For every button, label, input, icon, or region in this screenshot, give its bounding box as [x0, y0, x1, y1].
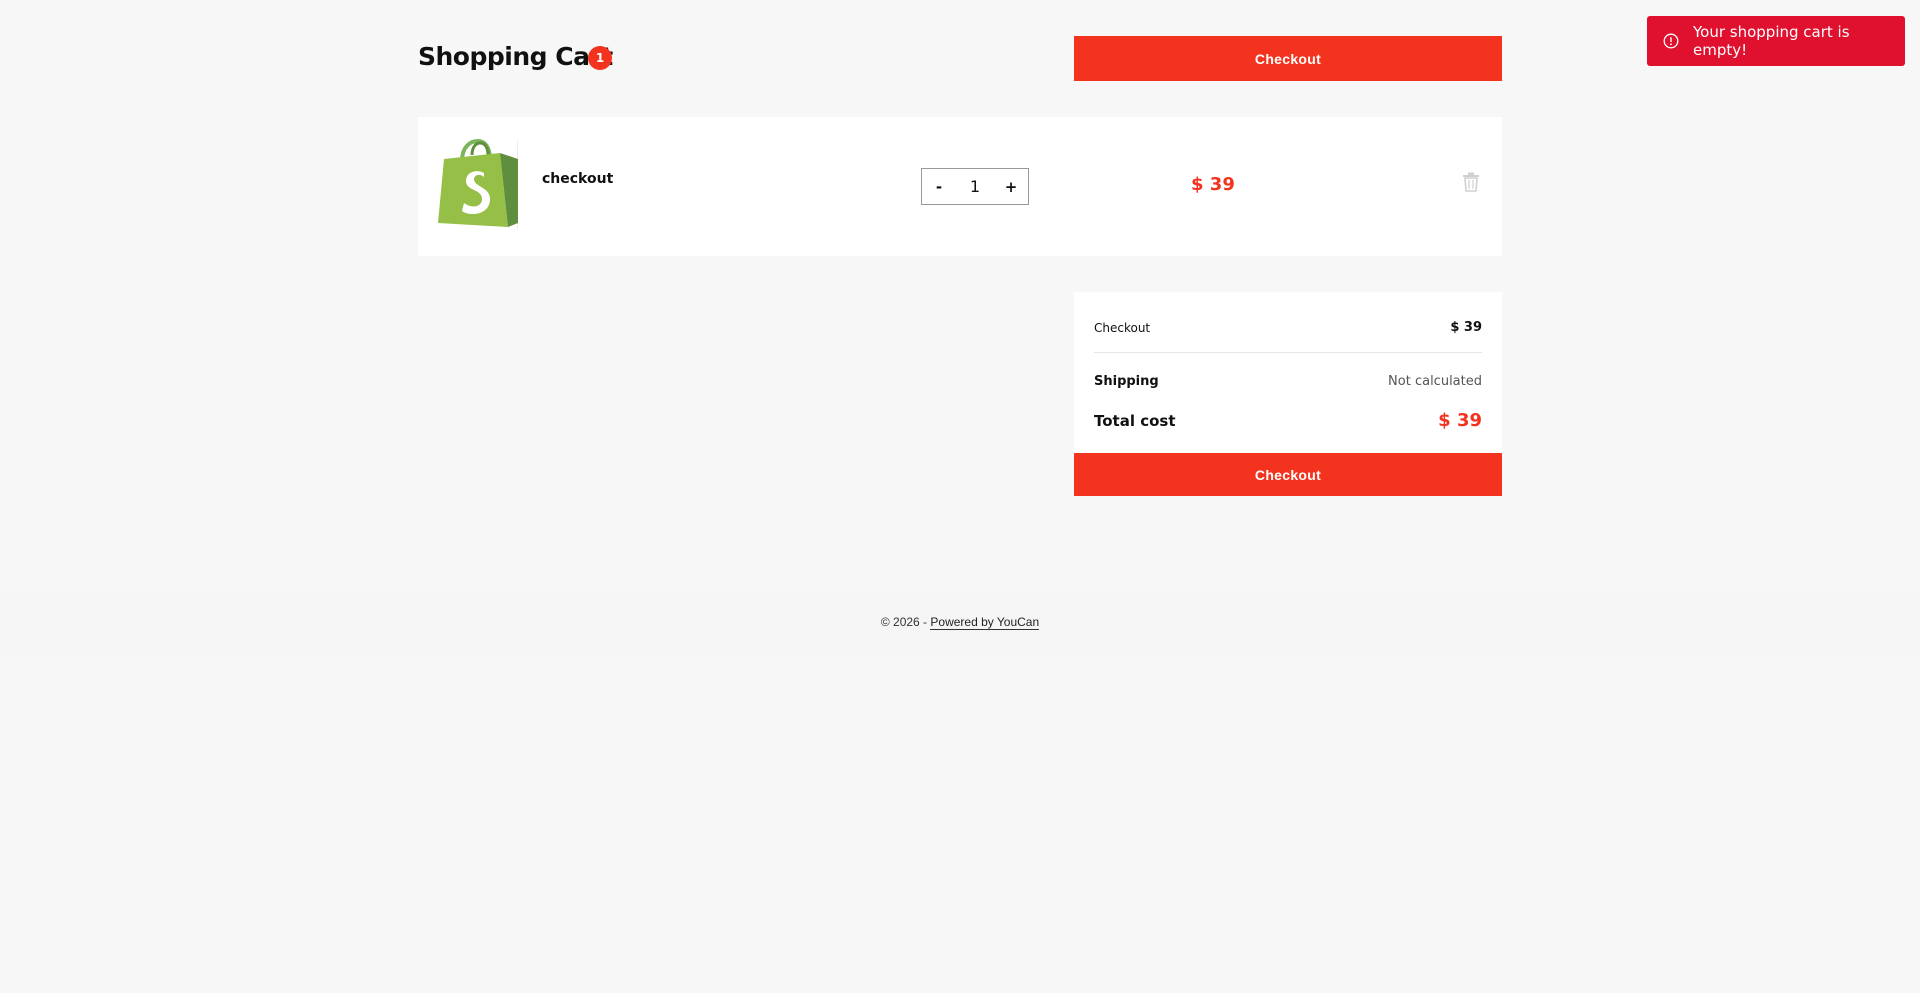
summary-divider — [1094, 352, 1482, 353]
summary-total-row: Total cost $ 39 — [1094, 410, 1482, 431]
cart-item: checkout - 1 + $ 39 — [418, 117, 1502, 256]
quantity-decrement-button[interactable]: - — [922, 169, 956, 204]
shipping-value: Not calculated — [1388, 374, 1482, 389]
order-summary: Checkout $ 39 Shipping Not calculated To… — [1074, 292, 1502, 496]
copyright-text: © 2026 - — [880, 615, 931, 629]
alert-circle-icon — [1663, 33, 1679, 49]
summary-shipping-row: Shipping Not calculated — [1094, 374, 1482, 389]
trash-icon[interactable] — [1462, 172, 1480, 192]
cart-header: Shopping Cart 1 Checkout — [418, 36, 1502, 82]
quantity-value[interactable]: 1 — [956, 177, 994, 196]
summary-subtotal-row: Checkout $ 39 — [1094, 320, 1482, 335]
item-price: $ 39 — [1191, 174, 1235, 195]
subtotal-value: $ 39 — [1450, 320, 1482, 335]
footer-text: © 2026 - Powered by YouCan — [0, 615, 1920, 630]
error-toast: Your shopping cart is empty! — [1647, 16, 1905, 66]
product-thumbnail — [438, 138, 518, 229]
product-name[interactable]: checkout — [542, 171, 613, 187]
total-value: $ 39 — [1438, 410, 1482, 431]
shipping-label: Shipping — [1094, 374, 1159, 389]
powered-by-link[interactable]: Powered by YouCan — [930, 615, 1040, 630]
checkout-button-bottom[interactable]: Checkout — [1074, 453, 1502, 496]
total-label: Total cost — [1094, 411, 1176, 430]
shopify-bag-icon — [438, 138, 518, 227]
quantity-stepper: - 1 + — [921, 168, 1029, 205]
footer: © 2026 - Powered by YouCan — [0, 591, 1920, 656]
cart-count-badge: 1 — [588, 46, 612, 70]
quantity-increment-button[interactable]: + — [994, 169, 1028, 204]
checkout-button-top[interactable]: Checkout — [1074, 36, 1502, 81]
page-title: Shopping Cart — [418, 42, 613, 71]
toast-message: Your shopping cart is empty! — [1693, 23, 1850, 59]
subtotal-label: Checkout — [1094, 320, 1151, 335]
